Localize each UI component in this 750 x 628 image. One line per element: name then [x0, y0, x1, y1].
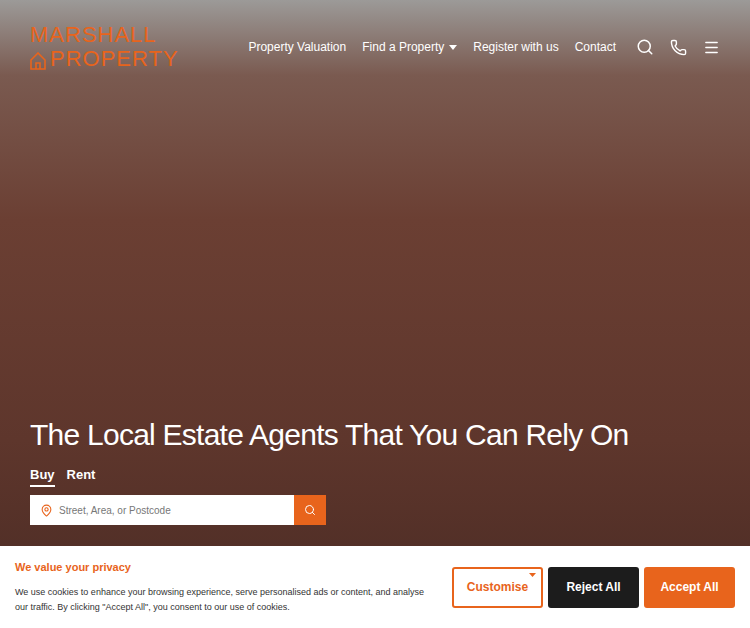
- cookie-button[interactable]: Accept All: [644, 567, 735, 608]
- header: MARSHALLPROPERTY Property Valuation Find a…: [0, 0, 750, 70]
- cookie-button[interactable]: Customise: [452, 567, 543, 608]
- logo[interactable]: MARSHALLPROPERTY: [30, 24, 179, 70]
- search-button[interactable]: [294, 495, 326, 525]
- phone-icon[interactable]: [670, 39, 687, 56]
- cookie-button[interactable]: Reject All: [548, 567, 639, 608]
- hero-heading: The Local Estate Agents That You Can Rel…: [30, 415, 750, 455]
- search-input[interactable]: Street, Area, or Postcode: [30, 495, 294, 525]
- search-icon[interactable]: [636, 38, 654, 56]
- search-tab[interactable]: Buy: [30, 465, 55, 488]
- menu-icon[interactable]: [703, 39, 720, 56]
- nav-link[interactable]: Find a Property: [362, 38, 457, 56]
- cookie-title: We value your privacy: [15, 559, 435, 576]
- nav-link[interactable]: Register with us: [473, 38, 558, 56]
- search-tab[interactable]: Rent: [67, 465, 96, 488]
- house-icon: [30, 52, 46, 70]
- caret-down-icon: [529, 573, 536, 577]
- nav-link[interactable]: Property Valuation: [248, 38, 346, 56]
- search-icon: [304, 504, 316, 516]
- cookie-text: We use cookies to enhance your browsing …: [15, 585, 435, 615]
- page: MARSHALLPROPERTY Property Valuation Find a…: [0, 0, 750, 628]
- cookie-buttons: CustomiseReject AllAccept All: [452, 567, 735, 608]
- main-nav: Property Valuation Find a Property Registe…: [248, 38, 720, 56]
- search-tabs: Buy Rent: [30, 465, 750, 488]
- nav-link[interactable]: Contact: [575, 38, 616, 56]
- caret-down-icon: [449, 45, 457, 50]
- search-bar: Street, Area, or Postcode: [30, 495, 326, 525]
- location-pin-icon: [40, 504, 53, 517]
- logo-bottom: PROPERTY: [50, 48, 179, 70]
- cookie-banner: We value your privacy We use cookies to e…: [0, 546, 750, 628]
- logo-top: MARSHALL: [30, 24, 179, 46]
- hero: MARSHALLPROPERTY Property Valuation Find a…: [0, 0, 750, 628]
